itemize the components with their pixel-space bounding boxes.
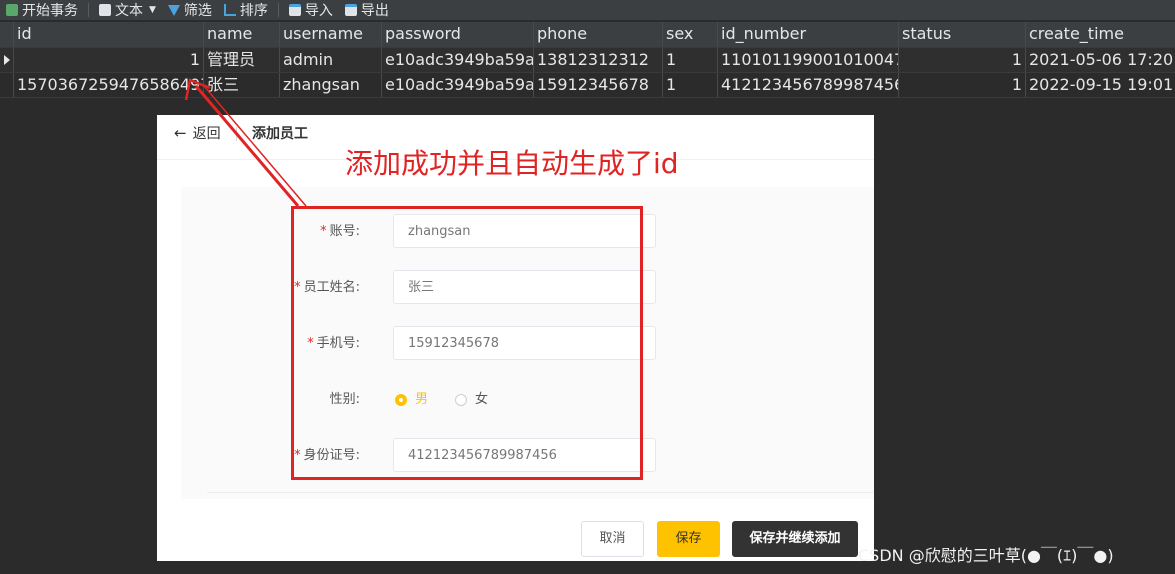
table-cell[interactable]: 1: [899, 48, 1026, 72]
transaction-icon: [6, 4, 18, 16]
column-header-username[interactable]: username: [280, 22, 382, 47]
annotation-text: 添加成功并且自动生成了id: [345, 147, 679, 180]
table-cell[interactable]: 110101199001010047: [718, 48, 899, 72]
table-row[interactable]: 1570367259476586497 张三 zhangsan e10adc39…: [0, 73, 1175, 98]
data-grid: id name username password phone sex id_n…: [0, 22, 1175, 98]
db-toolbar: 开始事务 文本 ▼ 筛选 排序 导入 导出: [0, 0, 1175, 20]
watermark: CSDN @欣慰的三叶草(●￣(ｴ)￣●): [858, 546, 1114, 565]
cancel-button[interactable]: 取消: [581, 521, 644, 557]
table-cell[interactable]: 15912345678: [534, 73, 663, 97]
column-header-status[interactable]: status: [899, 22, 1026, 47]
text-button[interactable]: 文本 ▼: [93, 0, 162, 20]
table-cell[interactable]: 2021-05-06 17:20:07: [1026, 48, 1175, 72]
column-header-id-number[interactable]: id_number: [718, 22, 899, 47]
text-icon: [99, 4, 111, 16]
import-icon: [288, 4, 301, 16]
export-button[interactable]: 导出: [339, 0, 395, 20]
grid-header: id name username password phone sex id_n…: [0, 22, 1175, 48]
highlight-box: [291, 206, 643, 480]
column-header-id[interactable]: id: [14, 22, 204, 47]
filter-button[interactable]: 筛选: [162, 0, 218, 20]
column-header-password[interactable]: password: [382, 22, 534, 47]
table-cell[interactable]: 1: [899, 73, 1026, 97]
table-cell[interactable]: 1: [663, 73, 718, 97]
table-cell[interactable]: 管理员: [204, 48, 280, 72]
export-icon: [344, 4, 357, 16]
add-employee-card: ← 返回 添加员工 添加成功并且自动生成了id * 账号: zhangsan * 员工…: [157, 115, 874, 561]
table-cell[interactable]: zhangsan: [280, 73, 382, 97]
sort-button[interactable]: 排序: [218, 0, 274, 20]
back-button[interactable]: ← 返回: [174, 123, 221, 143]
begin-transaction-button[interactable]: 开始事务: [0, 0, 84, 20]
column-header-name[interactable]: name: [204, 22, 280, 47]
table-cell[interactable]: e10adc3949ba59abb: [382, 73, 534, 97]
arrow-left-icon: ←: [174, 124, 187, 142]
table-cell[interactable]: 1: [14, 48, 204, 72]
chevron-down-icon: ▼: [149, 5, 156, 15]
column-header-create-time[interactable]: create_time: [1026, 22, 1175, 47]
table-cell[interactable]: 张三: [204, 73, 280, 97]
page-title: 添加员工: [252, 126, 308, 142]
table-cell[interactable]: e10adc3949ba59abb: [382, 48, 534, 72]
table-cell[interactable]: 1570367259476586497: [14, 73, 204, 97]
save-button[interactable]: 保存: [657, 521, 720, 557]
current-row-icon: [4, 55, 10, 65]
table-cell[interactable]: 412123456789987456: [718, 73, 899, 97]
import-button[interactable]: 导入: [283, 0, 339, 20]
filter-icon: [167, 4, 180, 16]
table-cell[interactable]: admin: [280, 48, 382, 72]
sort-icon: [223, 4, 236, 16]
table-cell[interactable]: 13812312312: [534, 48, 663, 72]
table-row[interactable]: 1 管理员 admin e10adc3949ba59abb 1381231231…: [0, 48, 1175, 73]
column-header-sex[interactable]: sex: [663, 22, 718, 47]
column-header-phone[interactable]: phone: [534, 22, 663, 47]
table-cell[interactable]: 1: [663, 48, 718, 72]
save-and-continue-button[interactable]: 保存并继续添加: [732, 521, 858, 557]
table-cell[interactable]: 2022-09-15 19:01:45: [1026, 73, 1175, 97]
